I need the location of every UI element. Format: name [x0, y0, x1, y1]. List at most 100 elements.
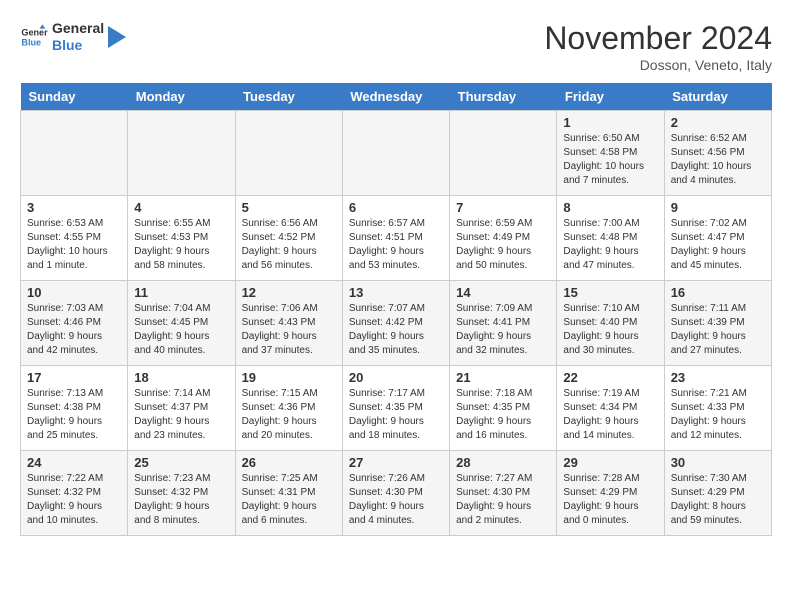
logo-icon: General Blue [20, 23, 48, 51]
day-info: Sunrise: 7:02 AM Sunset: 4:47 PM Dayligh… [671, 217, 765, 273]
day-info: Sunrise: 7:10 AM Sunset: 4:40 PM Dayligh… [563, 302, 657, 358]
day-info: Sunrise: 6:52 AM Sunset: 4:56 PM Dayligh… [671, 132, 765, 188]
weekday-header-friday: Friday [557, 83, 664, 111]
day-info: Sunrise: 6:50 AM Sunset: 4:58 PM Dayligh… [563, 132, 657, 188]
calendar-cell: 11Sunrise: 7:04 AM Sunset: 4:45 PM Dayli… [128, 281, 235, 366]
month-title: November 2024 [544, 20, 772, 57]
day-number: 5 [242, 200, 336, 215]
calendar-cell: 26 Sunrise: 7:25 AM Sunset: 4:31 PM Dayli… [235, 451, 342, 536]
day-info: Sunrise: 6:56 AM Sunset: 4:52 PM Dayligh… [242, 217, 336, 273]
day-number: 27 [349, 455, 443, 470]
day-number: 23 [671, 370, 765, 385]
calendar-cell [21, 111, 128, 196]
logo-arrow-icon [108, 26, 126, 48]
calendar-cell [235, 111, 342, 196]
day-number: 7 [456, 200, 550, 215]
day-info: Sunrise: 7:03 AM Sunset: 4:46 PM Dayligh… [27, 302, 121, 358]
calendar-cell: 2Sunrise: 6:52 AM Sunset: 4:56 PM Daylig… [664, 111, 771, 196]
day-info: Sunrise: 7:21 AM Sunset: 4:33 PM Dayligh… [671, 387, 765, 443]
logo: General Blue General Blue [20, 20, 126, 54]
week-row-1: 1Sunrise: 6:50 AM Sunset: 4:58 PM Daylig… [21, 111, 772, 196]
day-info: Sunrise: 7:14 AM Sunset: 4:37 PM Dayligh… [134, 387, 228, 443]
calendar-cell [450, 111, 557, 196]
weekday-header-monday: Monday [128, 83, 235, 111]
day-number: 28 [456, 455, 550, 470]
day-info: Sunrise: 7:25 AM Sunset: 4:31 PM Dayligh… [242, 472, 336, 528]
title-block: November 2024 Dosson, Veneto, Italy [544, 20, 772, 73]
week-row-4: 17 Sunrise: 7:13 AM Sunset: 4:38 PM Dayli… [21, 366, 772, 451]
day-number: 17 [27, 370, 121, 385]
weekday-header-sunday: Sunday [21, 83, 128, 111]
calendar-cell: 20Sunrise: 7:17 AM Sunset: 4:35 PM Dayli… [342, 366, 449, 451]
day-number: 9 [671, 200, 765, 215]
day-info: Sunrise: 7:18 AM Sunset: 4:35 PM Dayligh… [456, 387, 550, 443]
logo-general: General [52, 20, 104, 37]
calendar-cell: 18 Sunrise: 7:14 AM Sunset: 4:37 PM Dayli… [128, 366, 235, 451]
weekday-header-saturday: Saturday [664, 83, 771, 111]
day-number: 19 [242, 370, 336, 385]
weekday-header-tuesday: Tuesday [235, 83, 342, 111]
calendar-cell: 8 Sunrise: 7:00 AM Sunset: 4:48 PM Daylig… [557, 196, 664, 281]
calendar-cell: 13 Sunrise: 7:07 AM Sunset: 4:42 PM Dayli… [342, 281, 449, 366]
calendar-cell: 21 Sunrise: 7:18 AM Sunset: 4:35 PM Dayli… [450, 366, 557, 451]
day-number: 8 [563, 200, 657, 215]
calendar-cell: 6 Sunrise: 6:57 AM Sunset: 4:51 PM Daylig… [342, 196, 449, 281]
day-info: Sunrise: 7:07 AM Sunset: 4:42 PM Dayligh… [349, 302, 443, 358]
day-number: 29 [563, 455, 657, 470]
day-number: 30 [671, 455, 765, 470]
day-info: Sunrise: 7:17 AM Sunset: 4:35 PM Dayligh… [349, 387, 443, 443]
day-info: Sunrise: 7:11 AM Sunset: 4:39 PM Dayligh… [671, 302, 765, 358]
day-number: 15 [563, 285, 657, 300]
day-info: Sunrise: 6:59 AM Sunset: 4:49 PM Dayligh… [456, 217, 550, 273]
calendar-cell [342, 111, 449, 196]
svg-text:Blue: Blue [21, 37, 41, 47]
day-info: Sunrise: 7:13 AM Sunset: 4:38 PM Dayligh… [27, 387, 121, 443]
day-info: Sunrise: 7:28 AM Sunset: 4:29 PM Dayligh… [563, 472, 657, 528]
day-info: Sunrise: 7:15 AM Sunset: 4:36 PM Dayligh… [242, 387, 336, 443]
day-info: Sunrise: 7:04 AM Sunset: 4:45 PM Dayligh… [134, 302, 228, 358]
day-info: Sunrise: 7:27 AM Sunset: 4:30 PM Dayligh… [456, 472, 550, 528]
day-number: 10 [27, 285, 121, 300]
logo-blue: Blue [52, 37, 104, 54]
calendar-cell: 16 Sunrise: 7:11 AM Sunset: 4:39 PM Dayli… [664, 281, 771, 366]
day-number: 18 [134, 370, 228, 385]
day-number: 12 [242, 285, 336, 300]
day-number: 16 [671, 285, 765, 300]
calendar-cell: 5 Sunrise: 6:56 AM Sunset: 4:52 PM Daylig… [235, 196, 342, 281]
calendar-cell [128, 111, 235, 196]
week-row-3: 10 Sunrise: 7:03 AM Sunset: 4:46 PM Dayli… [21, 281, 772, 366]
day-info: Sunrise: 6:53 AM Sunset: 4:55 PM Dayligh… [27, 217, 121, 273]
day-number: 22 [563, 370, 657, 385]
calendar-cell: 12Sunrise: 7:06 AM Sunset: 4:43 PM Dayli… [235, 281, 342, 366]
day-info: Sunrise: 7:30 AM Sunset: 4:29 PM Dayligh… [671, 472, 765, 528]
day-number: 21 [456, 370, 550, 385]
calendar-cell: 29 Sunrise: 7:28 AM Sunset: 4:29 PM Dayli… [557, 451, 664, 536]
calendar-cell: 22Sunrise: 7:19 AM Sunset: 4:34 PM Dayli… [557, 366, 664, 451]
day-info: Sunrise: 7:00 AM Sunset: 4:48 PM Dayligh… [563, 217, 657, 273]
svg-text:General: General [21, 27, 48, 37]
day-info: Sunrise: 7:09 AM Sunset: 4:41 PM Dayligh… [456, 302, 550, 358]
weekday-header-wednesday: Wednesday [342, 83, 449, 111]
day-number: 14 [456, 285, 550, 300]
calendar-cell: 19 Sunrise: 7:15 AM Sunset: 4:36 PM Dayli… [235, 366, 342, 451]
week-row-5: 24Sunrise: 7:22 AM Sunset: 4:32 PM Dayli… [21, 451, 772, 536]
day-info: Sunrise: 6:57 AM Sunset: 4:51 PM Dayligh… [349, 217, 443, 273]
calendar-cell: 14 Sunrise: 7:09 AM Sunset: 4:41 PM Dayli… [450, 281, 557, 366]
location: Dosson, Veneto, Italy [544, 57, 772, 73]
calendar-cell: 1Sunrise: 6:50 AM Sunset: 4:58 PM Daylig… [557, 111, 664, 196]
day-number: 6 [349, 200, 443, 215]
day-info: Sunrise: 6:55 AM Sunset: 4:53 PM Dayligh… [134, 217, 228, 273]
day-number: 25 [134, 455, 228, 470]
week-row-2: 3Sunrise: 6:53 AM Sunset: 4:55 PM Daylig… [21, 196, 772, 281]
day-number: 13 [349, 285, 443, 300]
day-number: 26 [242, 455, 336, 470]
calendar-cell: 28 Sunrise: 7:27 AM Sunset: 4:30 PM Dayli… [450, 451, 557, 536]
weekday-header-thursday: Thursday [450, 83, 557, 111]
calendar-cell: 25Sunrise: 7:23 AM Sunset: 4:32 PM Dayli… [128, 451, 235, 536]
calendar-cell: 24Sunrise: 7:22 AM Sunset: 4:32 PM Dayli… [21, 451, 128, 536]
day-number: 24 [27, 455, 121, 470]
weekday-header-row: SundayMondayTuesdayWednesdayThursdayFrid… [21, 83, 772, 111]
calendar-cell: 3Sunrise: 6:53 AM Sunset: 4:55 PM Daylig… [21, 196, 128, 281]
calendar-cell: 27Sunrise: 7:26 AM Sunset: 4:30 PM Dayli… [342, 451, 449, 536]
calendar-cell: 15 Sunrise: 7:10 AM Sunset: 4:40 PM Dayli… [557, 281, 664, 366]
